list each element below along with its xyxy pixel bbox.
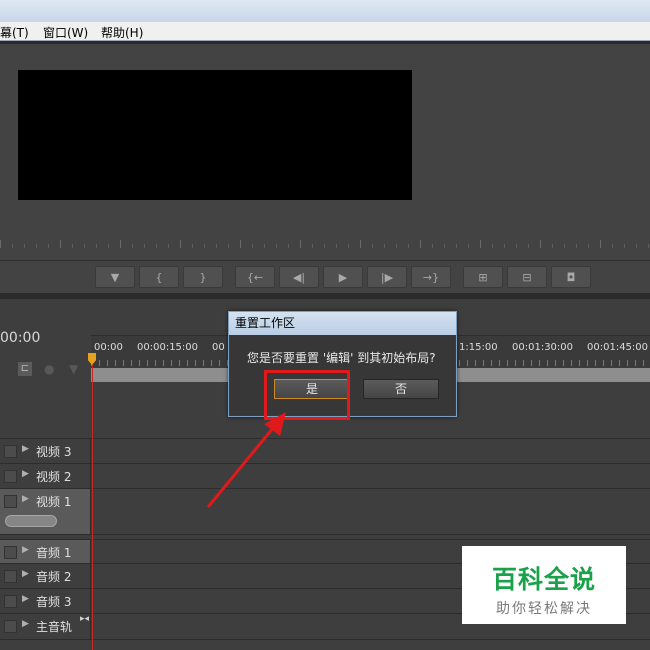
- lift-icon: ⊞: [478, 270, 488, 284]
- ruler-label: 00:00:15:00: [137, 342, 199, 353]
- mark-in-button[interactable]: {: [139, 266, 179, 288]
- video-preview[interactable]: [18, 70, 412, 200]
- toggle-output-checkbox[interactable]: [4, 570, 17, 583]
- timeline-timecode[interactable]: 00:00: [0, 330, 40, 346]
- extract-icon: ⊟: [522, 270, 532, 284]
- expand-triangle-icon[interactable]: ▶: [22, 469, 29, 479]
- track-label: 视频 1: [36, 495, 72, 509]
- extract-button[interactable]: ⊟: [507, 266, 547, 288]
- play-icon: ▶: [338, 270, 348, 284]
- track-label: 音频 3: [36, 595, 72, 609]
- track-header[interactable]: ▶ 主音轨 ▸◂: [0, 614, 91, 639]
- watermark-title: 百科全说: [491, 565, 596, 594]
- lift-button[interactable]: ⊞: [463, 266, 503, 288]
- track-label: 主音轨: [36, 620, 73, 634]
- menu-subtitle[interactable]: 幕(T): [0, 24, 29, 41]
- marker-bulb-icon[interactable]: ●: [44, 362, 54, 376]
- expand-triangle-icon[interactable]: ▶: [22, 569, 29, 579]
- track-label: 音频 1: [36, 546, 72, 560]
- window-title-bar: [0, 0, 650, 22]
- step-forward-button[interactable]: |▶: [367, 266, 407, 288]
- ruler-label: 1:15:00: [459, 342, 498, 353]
- toggle-output-checkbox[interactable]: [4, 620, 17, 633]
- expand-triangle-icon[interactable]: ▶: [22, 545, 29, 555]
- go-to-out-icon: →}: [422, 270, 440, 284]
- mark-in-icon: {: [155, 270, 163, 284]
- red-arrow-annotation: [206, 412, 286, 508]
- track-header[interactable]: ▶ 音频 3: [0, 589, 91, 613]
- marker-icon: ▼: [110, 270, 120, 284]
- watermark-subtitle: 助你轻松解决: [496, 601, 592, 617]
- playhead-line: [92, 353, 93, 650]
- menu-help[interactable]: 帮助(H): [101, 24, 143, 41]
- ruler-label: 00: [212, 342, 225, 353]
- toggle-output-checkbox[interactable]: [4, 445, 17, 458]
- step-back-icon: ◀|: [292, 270, 306, 284]
- expand-triangle-icon[interactable]: ▶: [22, 494, 29, 504]
- expand-triangle-icon[interactable]: ▶: [22, 444, 29, 454]
- marker-button[interactable]: ▼: [95, 266, 135, 288]
- play-button[interactable]: ▶: [323, 266, 363, 288]
- ruler-label: 00:01:45:00: [587, 342, 649, 353]
- track-header[interactable]: ▶ 视频 3: [0, 439, 91, 463]
- expand-triangle-icon[interactable]: ▶: [22, 619, 29, 629]
- step-forward-icon: |▶: [380, 270, 394, 284]
- monitor-ruler-major-ticks: [0, 240, 650, 248]
- track-video-2: ▶ 视频 2: [0, 464, 650, 489]
- toggle-output-checkbox[interactable]: [4, 546, 17, 559]
- menu-bar: 幕(T) 窗口(W) 帮助(H): [0, 22, 650, 41]
- link-icon: ▸◂: [80, 614, 90, 624]
- no-button[interactable]: 否: [363, 379, 439, 399]
- track-label: 视频 2: [36, 470, 72, 484]
- step-back-button[interactable]: ◀|: [279, 266, 319, 288]
- toggle-output-checkbox[interactable]: [4, 595, 17, 608]
- dialog-message: 您是否要重置 '编辑' 到其初始布局?: [247, 351, 436, 365]
- toggle-output-checkbox[interactable]: [4, 495, 17, 508]
- mark-out-icon: }: [199, 270, 207, 284]
- go-to-in-icon: {←: [246, 270, 264, 284]
- ruler-label: 00:00: [94, 342, 123, 353]
- mark-out-button[interactable]: }: [183, 266, 223, 288]
- track-header[interactable]: ▶ 视频 2: [0, 464, 91, 488]
- track-header[interactable]: ▶ 视频 1: [0, 489, 91, 534]
- expand-triangle-icon[interactable]: ▶: [22, 594, 29, 604]
- track-label: 音频 2: [36, 570, 72, 584]
- track-video-1: ▶ 视频 1: [0, 489, 650, 535]
- camera-icon: ◘: [566, 270, 576, 284]
- ruler-label: 00:01:30:00: [512, 342, 574, 353]
- track-header[interactable]: ▶ 音频 1: [0, 540, 91, 563]
- track-video-3: ▶ 视频 3: [0, 438, 650, 464]
- menu-window[interactable]: 窗口(W): [43, 24, 88, 41]
- export-frame-button[interactable]: ◘: [551, 266, 591, 288]
- track-label: 视频 3: [36, 445, 72, 459]
- dialog-title[interactable]: 重置工作区: [229, 312, 456, 335]
- program-monitor-panel: ▼ { } {← ◀| ▶ |▶ →} ⊞ ⊟ ◘: [0, 41, 650, 296]
- toggle-output-checkbox[interactable]: [4, 470, 17, 483]
- display-style-toggle[interactable]: [5, 515, 57, 527]
- watermark-logo: 百科全说 助你轻松解决: [462, 546, 626, 624]
- monitor-separator: [0, 260, 650, 261]
- track-header[interactable]: ▶ 音频 2: [0, 564, 91, 588]
- set-marker-icon[interactable]: ▼: [69, 362, 78, 376]
- snap-icon[interactable]: ⊏: [18, 362, 32, 376]
- go-to-in-button[interactable]: {←: [235, 266, 275, 288]
- go-to-out-button[interactable]: →}: [411, 266, 451, 288]
